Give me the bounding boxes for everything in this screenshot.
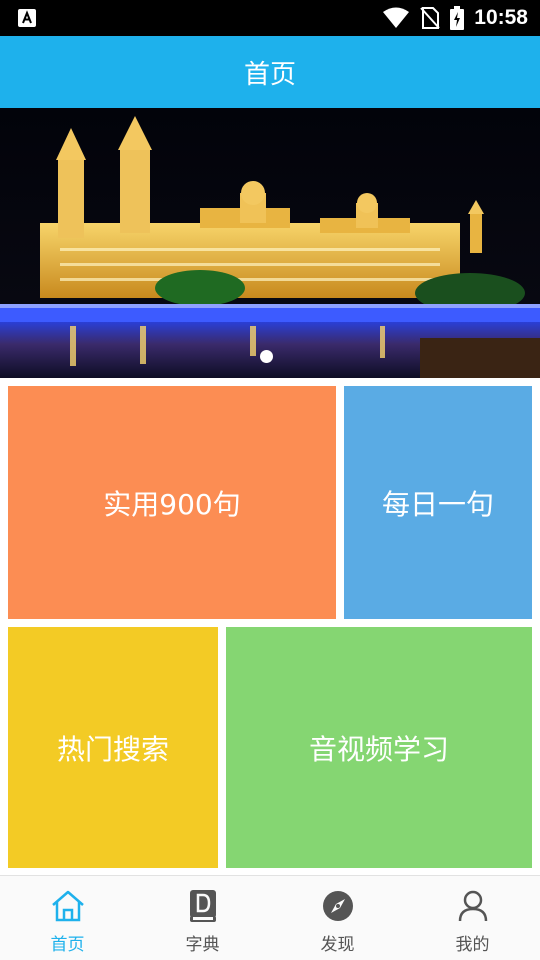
nav-item-discover[interactable]: 发现 xyxy=(270,876,405,960)
app-bar: 首页 xyxy=(0,36,540,108)
status-bar: 10:58 xyxy=(0,0,540,36)
nav-label: 发现 xyxy=(320,935,355,955)
nav-label: 字典 xyxy=(185,935,220,955)
banner-image xyxy=(0,108,540,378)
nav-label: 我的 xyxy=(455,935,490,955)
tile-audio-video[interactable]: 音视频学习 xyxy=(226,627,532,868)
compass-icon xyxy=(320,888,356,924)
a11y-icon xyxy=(18,9,36,27)
nav-item-home[interactable]: 首页 xyxy=(0,876,135,960)
page-title: 首页 xyxy=(243,59,296,90)
tile-label: 每日一句 xyxy=(381,487,494,521)
nav-item-dictionary[interactable]: 字典 xyxy=(135,876,270,960)
status-time: 10:58 xyxy=(474,6,528,29)
wifi-icon xyxy=(383,7,410,28)
tile-label: 实用900句 xyxy=(103,487,241,521)
no-sim-icon xyxy=(420,7,441,29)
dictionary-icon xyxy=(185,888,221,924)
status-icons: 10:58 xyxy=(382,0,528,36)
tile-hot-search[interactable]: 热门搜索 xyxy=(8,627,218,868)
tile-practical-900[interactable]: 实用900句 xyxy=(8,386,336,619)
person-icon xyxy=(455,888,491,924)
home-icon xyxy=(50,888,86,924)
battery-icon xyxy=(450,6,465,30)
tile-label: 热门搜索 xyxy=(56,732,169,766)
carousel-indicator-dot[interactable] xyxy=(260,350,273,363)
bottom-nav: 首页 字典 发现 我的 xyxy=(0,875,540,960)
nav-item-mine[interactable]: 我的 xyxy=(405,876,540,960)
tile-daily-sentence[interactable]: 每日一句 xyxy=(344,386,532,619)
tile-label: 音视频学习 xyxy=(308,732,449,766)
banner-carousel[interactable] xyxy=(0,108,540,378)
nav-label: 首页 xyxy=(50,935,85,955)
